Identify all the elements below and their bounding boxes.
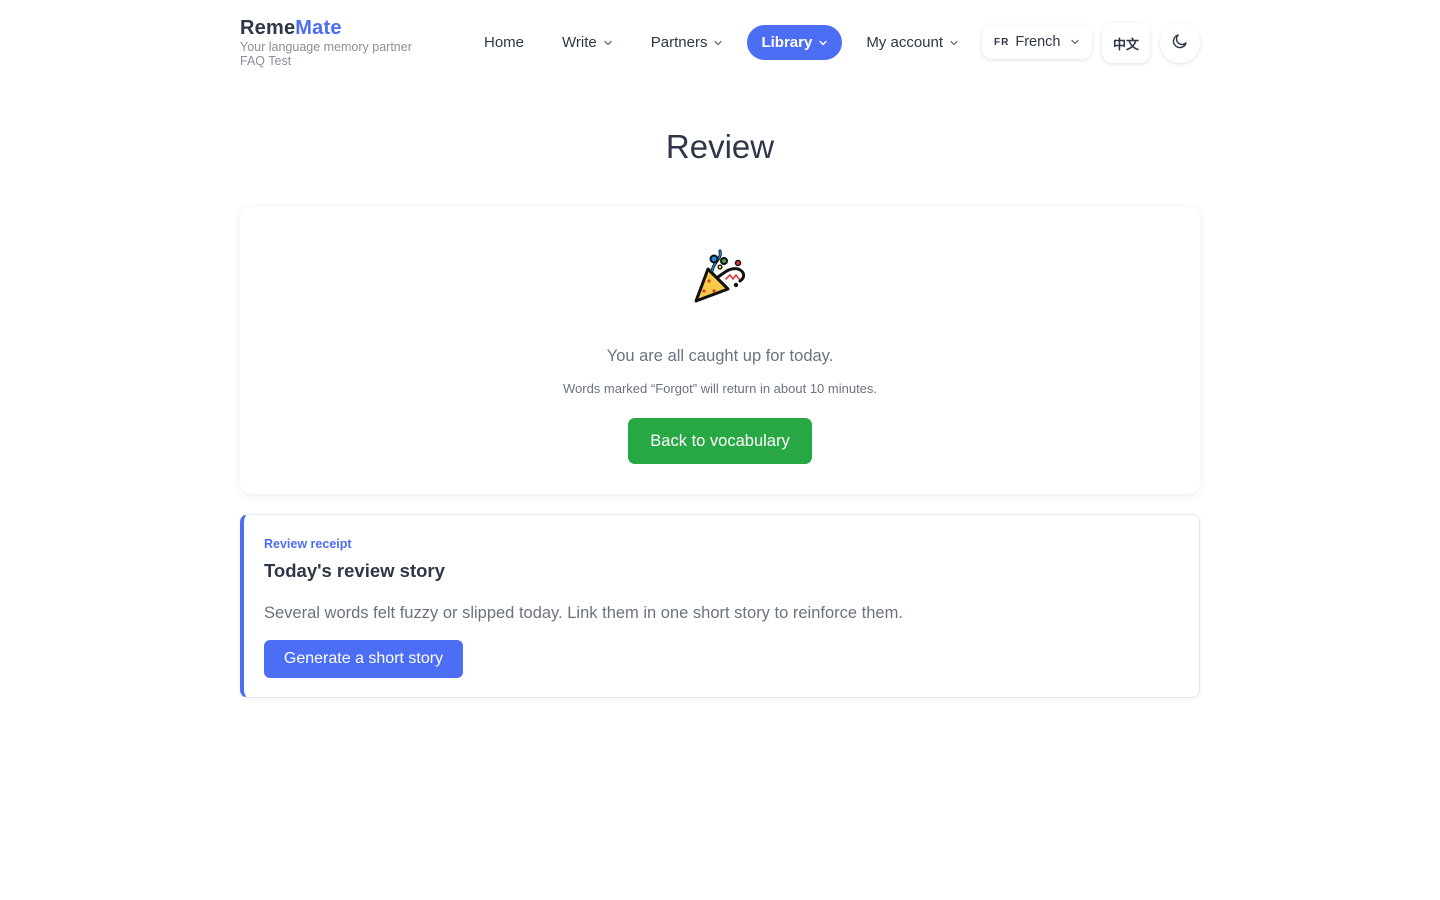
brand-user: FAQ Test [240, 54, 292, 68]
interface-language-button[interactable]: 中文 [1102, 23, 1150, 63]
chevron-down-icon [1070, 37, 1080, 47]
review-complete-card: You are all caught up for today. Words m… [240, 207, 1200, 494]
language-name: French [1015, 34, 1061, 50]
theme-toggle-button[interactable] [1160, 23, 1200, 63]
interface-language-label: 中文 [1112, 36, 1139, 52]
nav-my-account[interactable]: My account [852, 25, 973, 60]
nav-write[interactable]: Write [548, 25, 627, 60]
party-popper-icon [690, 247, 750, 307]
brand-name-part2: Mate [295, 17, 342, 39]
receipt-tag: Review receipt [264, 537, 352, 551]
caught-up-message: You are all caught up for today. [606, 347, 834, 365]
chevron-down-icon [603, 38, 613, 48]
nav-home-label: Home [484, 34, 525, 51]
nav-partners[interactable]: Partners [637, 25, 738, 60]
nav-library[interactable]: Library [747, 25, 843, 60]
brand[interactable]: RemeMate Your language memory partner FA… [240, 16, 412, 69]
chevron-down-icon [949, 38, 959, 48]
receipt-description: Several words felt fuzzy or slipped toda… [264, 604, 903, 622]
study-language-select[interactable]: FR French [982, 25, 1092, 59]
brand-name-part1: Reme [240, 17, 296, 39]
review-receipt-card: Review receipt Today's review story Seve… [240, 514, 1200, 698]
language-code: FR [994, 36, 1010, 48]
chevron-down-icon [713, 38, 723, 48]
nav-home[interactable]: Home [470, 25, 538, 60]
generate-story-button[interactable]: Generate a short story [264, 640, 463, 678]
receipt-title: Today's review story [264, 560, 445, 581]
brand-name: RemeMate [240, 16, 412, 40]
nav-my-account-label: My account [866, 34, 944, 51]
forgot-return-note: Words marked “Forgot” will return in abo… [562, 381, 878, 396]
chevron-down-icon [818, 38, 828, 48]
header: RemeMate Your language memory partner FA… [240, 0, 1200, 86]
nav-library-label: Library [761, 34, 813, 51]
page-title: Review [665, 128, 775, 165]
moon-icon [1171, 32, 1189, 55]
main-nav: Home Write Partners Library My account [470, 25, 983, 60]
nav-partners-label: Partners [650, 34, 708, 51]
page: RemeMate Your language memory partner FA… [240, 0, 1200, 698]
back-to-vocabulary-button[interactable]: Back to vocabulary [628, 418, 812, 464]
brand-tagline: Your language memory partner [240, 40, 412, 54]
nav-write-label: Write [562, 34, 597, 51]
